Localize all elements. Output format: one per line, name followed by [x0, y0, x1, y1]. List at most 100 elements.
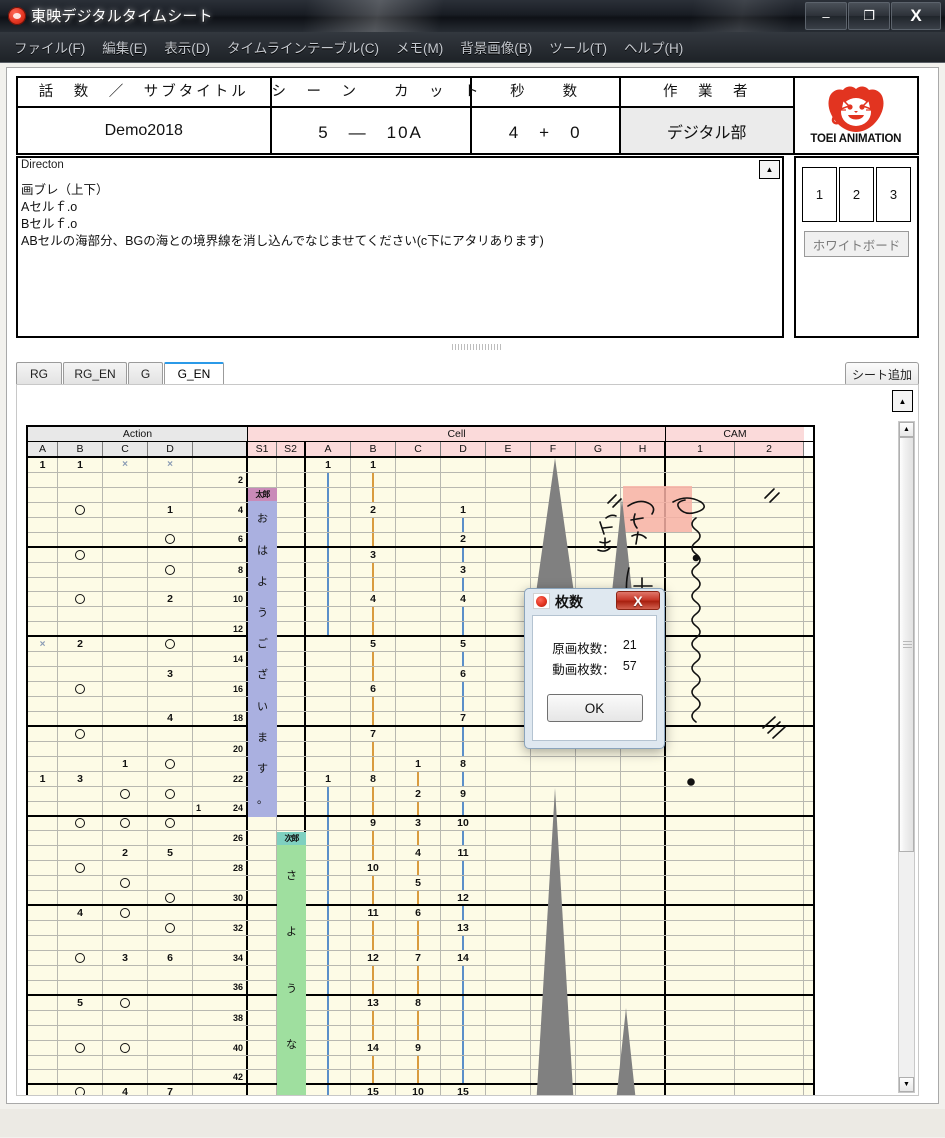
frame-number-cell[interactable]	[193, 1056, 248, 1070]
cell-column-cell[interactable]	[441, 996, 486, 1010]
cam-cell[interactable]	[666, 548, 735, 562]
cell-column-cell[interactable]	[621, 787, 666, 801]
cell-column-cell[interactable]	[621, 757, 666, 771]
dialogue-cell[interactable]	[277, 607, 306, 621]
cam-cell[interactable]	[735, 473, 804, 487]
cell-column-cell[interactable]: 14	[351, 1041, 396, 1055]
dialogue-cell[interactable]	[248, 667, 277, 681]
frame-number-cell[interactable]	[193, 607, 248, 621]
action-cell[interactable]	[28, 682, 58, 696]
action-cell[interactable]	[28, 966, 58, 980]
cam-cell[interactable]	[666, 727, 735, 741]
frame-number-cell[interactable]: 2	[193, 473, 248, 487]
cell-column-cell[interactable]	[531, 1056, 576, 1070]
action-cell[interactable]	[58, 891, 103, 904]
header-value-scene-cut[interactable]: 5 — 10A	[272, 108, 470, 153]
cell-column-cell[interactable]	[351, 473, 396, 487]
table-row[interactable]: 20	[28, 742, 813, 757]
action-cell[interactable]	[103, 727, 148, 741]
scrollbar-thumb[interactable]	[899, 437, 914, 852]
cell-column-cell[interactable]	[306, 622, 351, 635]
action-cell[interactable]: 6	[148, 951, 193, 965]
action-cell[interactable]	[28, 876, 58, 890]
dialogue-cell[interactable]	[277, 712, 306, 725]
cell-column-cell[interactable]	[621, 503, 666, 517]
dialogue-cell[interactable]	[277, 742, 306, 756]
action-cell[interactable]: 5	[58, 996, 103, 1010]
column-header-cell-F[interactable]: F	[531, 442, 576, 456]
cell-column-cell[interactable]	[396, 533, 441, 546]
cell-column-cell[interactable]	[621, 772, 666, 786]
dialogue-cell[interactable]	[248, 891, 277, 904]
cell-column-cell[interactable]	[306, 637, 351, 651]
dialogue-cell[interactable]	[248, 787, 277, 801]
cell-column-cell[interactable]	[306, 817, 351, 831]
frame-number-cell[interactable]: 32	[193, 921, 248, 935]
cell-column-cell[interactable]	[486, 787, 531, 801]
cell-column-cell[interactable]	[531, 981, 576, 994]
action-cell[interactable]	[28, 787, 58, 801]
cam-cell[interactable]	[666, 802, 735, 815]
dialogue-cell[interactable]	[277, 951, 306, 965]
dialogue-cell[interactable]	[277, 503, 306, 517]
cam-cell[interactable]	[666, 458, 735, 472]
column-header-action-B[interactable]: B	[58, 442, 103, 456]
cell-column-cell[interactable]	[486, 861, 531, 875]
action-cell[interactable]	[28, 518, 58, 532]
action-cell[interactable]	[58, 966, 103, 980]
frame-number-cell[interactable]: 16	[193, 682, 248, 696]
cell-column-cell[interactable]: 10	[396, 1085, 441, 1095]
action-cell[interactable]	[148, 831, 193, 845]
cell-column-cell[interactable]: 12	[351, 951, 396, 965]
action-cell[interactable]	[103, 533, 148, 546]
action-cell[interactable]	[103, 921, 148, 935]
cell-column-cell[interactable]	[576, 473, 621, 487]
dialogue-cell[interactable]	[248, 936, 277, 950]
cell-column-cell[interactable]: 12	[441, 891, 486, 904]
cell-column-cell[interactable]	[396, 772, 441, 786]
cell-column-cell[interactable]	[531, 831, 576, 845]
cell-column-cell[interactable]	[396, 1056, 441, 1070]
action-cell[interactable]	[28, 622, 58, 635]
frame-number-cell[interactable]	[193, 1026, 248, 1040]
action-cell[interactable]	[103, 936, 148, 950]
cell-column-cell[interactable]	[351, 936, 396, 950]
cell-column-cell[interactable]	[486, 533, 531, 546]
dialogue-cell[interactable]	[248, 996, 277, 1010]
dialogue-cell[interactable]	[248, 697, 277, 711]
table-row[interactable]: 7	[28, 727, 813, 742]
cam-cell[interactable]	[735, 548, 804, 562]
dialogue-cell[interactable]	[248, 607, 277, 621]
cell-column-cell[interactable]	[531, 772, 576, 786]
action-cell[interactable]	[58, 1085, 103, 1095]
cell-column-cell[interactable]	[351, 966, 396, 980]
cell-column-cell[interactable]	[441, 1026, 486, 1040]
cell-column-cell[interactable]	[396, 518, 441, 532]
action-cell[interactable]	[148, 742, 193, 756]
table-row[interactable]: 1421	[28, 503, 813, 518]
action-cell[interactable]	[148, 906, 193, 920]
action-cell[interactable]	[58, 757, 103, 771]
table-row[interactable]	[28, 578, 813, 593]
action-cell[interactable]	[28, 1070, 58, 1083]
cell-column-cell[interactable]	[576, 951, 621, 965]
cell-column-cell[interactable]	[486, 831, 531, 845]
cam-cell[interactable]	[735, 861, 804, 875]
cell-column-cell[interactable]	[306, 697, 351, 711]
frame-number-cell[interactable]: 12	[193, 622, 248, 635]
cell-column-cell[interactable]	[576, 861, 621, 875]
table-row[interactable]: 14	[28, 652, 813, 667]
cell-column-cell[interactable]	[531, 861, 576, 875]
cell-column-cell[interactable]	[306, 742, 351, 756]
table-row[interactable]: 118	[28, 757, 813, 772]
cell-column-cell[interactable]	[441, 518, 486, 532]
action-cell[interactable]	[28, 563, 58, 577]
dialogue-cell[interactable]	[277, 548, 306, 562]
action-cell[interactable]	[28, 607, 58, 621]
cell-column-cell[interactable]	[396, 727, 441, 741]
cell-column-cell[interactable]	[306, 488, 351, 502]
cell-column-cell[interactable]	[396, 802, 441, 815]
action-cell[interactable]	[58, 1041, 103, 1055]
cell-column-cell[interactable]	[306, 607, 351, 621]
action-cell[interactable]	[58, 652, 103, 666]
